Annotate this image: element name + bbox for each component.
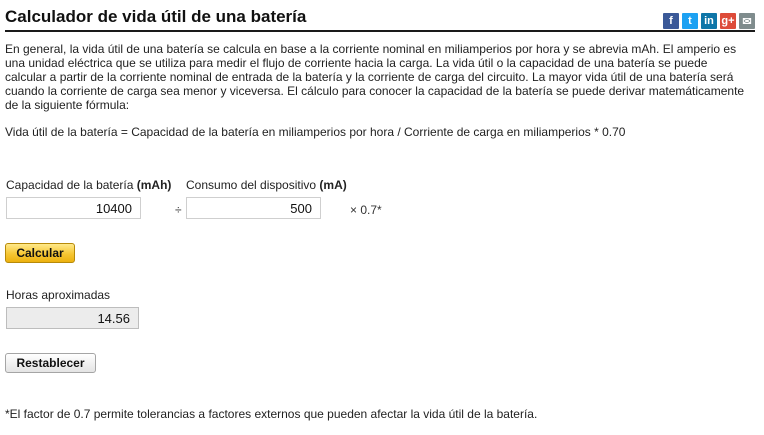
factor-text: × 0.7* bbox=[350, 203, 382, 217]
capacity-label: Capacidad de la batería (mAh) bbox=[6, 178, 171, 192]
intro-paragraph: En general, la vida útil de una batería … bbox=[5, 42, 745, 112]
linkedin-icon[interactable]: in bbox=[701, 13, 717, 29]
divide-symbol: ÷ bbox=[175, 203, 182, 217]
social-share-bar: f t in g+ ✉ bbox=[663, 13, 755, 29]
consumption-unit: (mA) bbox=[319, 178, 347, 192]
result-output bbox=[6, 307, 139, 329]
consumption-input[interactable] bbox=[186, 197, 321, 219]
result-label: Horas aproximadas bbox=[6, 288, 111, 302]
capacity-label-text: Capacidad de la batería bbox=[6, 178, 137, 192]
formula-text: Vida útil de la batería = Capacidad de l… bbox=[5, 125, 626, 139]
capacity-input[interactable] bbox=[6, 197, 141, 219]
calculate-button[interactable]: Calcular bbox=[5, 243, 75, 263]
twitter-icon[interactable]: t bbox=[682, 13, 698, 29]
reset-button[interactable]: Restablecer bbox=[5, 353, 96, 373]
google-plus-icon[interactable]: g+ bbox=[720, 13, 736, 29]
consumption-label: Consumo del dispositivo (mA) bbox=[186, 178, 347, 192]
capacity-unit: (mAh) bbox=[136, 178, 172, 192]
facebook-icon[interactable]: f bbox=[663, 13, 679, 29]
footnote: *El factor de 0.7 permite tolerancias a … bbox=[5, 407, 538, 421]
page-title: Calculador de vida útil de una batería bbox=[5, 7, 307, 26]
consumption-label-text: Consumo del dispositivo bbox=[186, 178, 320, 192]
page-header: Calculador de vida útil de una batería f… bbox=[5, 6, 755, 32]
email-icon[interactable]: ✉ bbox=[739, 13, 755, 29]
